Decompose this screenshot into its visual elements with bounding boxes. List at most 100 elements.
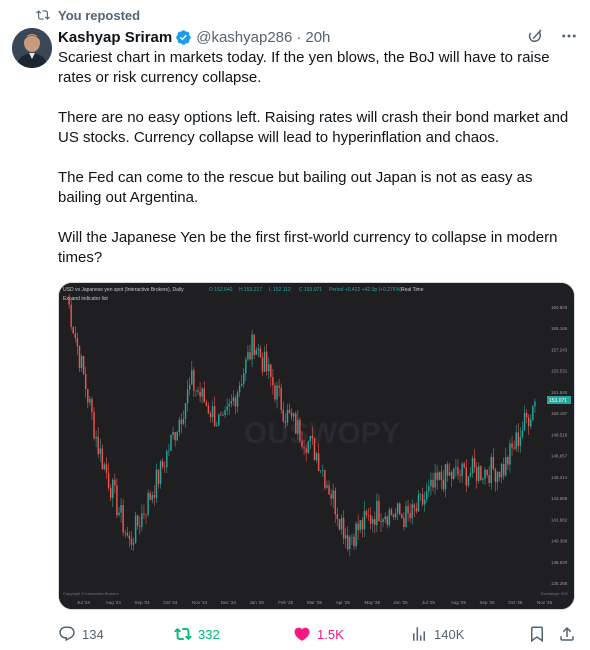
repost-banner-label: You reposted — [58, 7, 141, 23]
candle-body — [109, 487, 112, 498]
candle-body — [280, 387, 282, 410]
candle-body — [114, 479, 116, 486]
candle-body — [186, 389, 189, 404]
candle-body — [122, 505, 124, 533]
candle-body — [303, 447, 305, 449]
repost-icon — [174, 627, 192, 641]
candle-body — [211, 406, 214, 418]
candle-body — [240, 383, 243, 386]
bookmark-button[interactable] — [528, 625, 546, 643]
candle-body — [430, 480, 432, 487]
x-tick-label: Dec '24 — [221, 600, 237, 605]
reply-button[interactable]: 134 — [58, 625, 104, 643]
author-name[interactable]: Kashyap Sriram — [58, 29, 172, 46]
candle-body — [261, 357, 264, 372]
post-time[interactable]: 20h — [305, 29, 330, 46]
candle-body — [413, 504, 416, 509]
candle-body — [453, 468, 455, 480]
candle-body — [326, 485, 328, 488]
candle-body — [486, 469, 488, 476]
candle-body — [417, 494, 420, 512]
candle-body — [399, 503, 401, 515]
candle-body — [213, 406, 216, 427]
candle-body — [502, 463, 505, 476]
like-button[interactable]: 1.5K — [293, 625, 344, 643]
y-tick-label: 153.531 — [551, 369, 568, 374]
candle-body — [361, 520, 364, 530]
tweet-paragraph: The Fed can come to the rescue but baili… — [58, 169, 533, 206]
tweet-text: Scariest chart in markets today. If the … — [58, 48, 578, 288]
avatar[interactable] — [12, 28, 52, 68]
last-price-label: 153.071 — [549, 398, 567, 404]
candle-body — [236, 392, 239, 407]
separator-dot: · — [296, 28, 302, 46]
candle-body — [157, 469, 160, 484]
repost-button[interactable]: 332 — [174, 625, 220, 643]
candle-body — [191, 370, 193, 385]
candle-body — [290, 412, 293, 417]
candle-body — [444, 464, 447, 490]
heart-icon — [294, 627, 310, 641]
views-button[interactable]: 140K — [410, 625, 464, 643]
candle-body — [332, 490, 334, 499]
candle-body — [247, 352, 249, 360]
candle-body — [405, 506, 407, 527]
chart-copyright: Copyright © Interactive Brokers — [63, 591, 119, 596]
candle-body — [382, 519, 384, 522]
chart-image[interactable]: USD vs Japanese yen spot (Interactive Br… — [58, 282, 575, 610]
candle-body — [500, 463, 503, 478]
candle-body — [473, 458, 476, 468]
candle-body — [515, 432, 517, 449]
candle-body — [438, 471, 440, 480]
candle-body — [238, 385, 241, 393]
candle-body — [224, 410, 226, 416]
author-handle[interactable]: @kashyap286 — [196, 29, 292, 46]
grok-icon[interactable] — [526, 27, 544, 45]
reply-count: 134 — [82, 626, 104, 642]
view-count: 140K — [434, 626, 465, 642]
y-tick-label: 138.820 — [551, 560, 568, 565]
candle-body — [197, 390, 199, 392]
candle-body — [359, 520, 361, 531]
candle-body — [245, 359, 247, 374]
candle-body — [70, 304, 72, 327]
ohlc-high: H 153.217 — [239, 287, 262, 293]
candle-body — [307, 441, 309, 453]
candle-body — [461, 463, 463, 476]
x-tick-label: Jan '25 — [250, 600, 265, 605]
candle-body — [351, 536, 353, 538]
candle-body — [380, 521, 382, 522]
candle-body — [230, 400, 233, 404]
candle-body — [494, 468, 497, 482]
candle-body — [203, 388, 205, 403]
candle-body — [419, 494, 422, 495]
candle-body — [74, 333, 77, 338]
candle-body — [151, 495, 153, 500]
candle-body — [392, 514, 395, 517]
candle-body — [161, 461, 164, 467]
candle-body — [95, 436, 97, 439]
candle-body — [496, 471, 499, 482]
y-tick-label: 160.803 — [551, 305, 568, 310]
x-tick-label: Nov '25 — [537, 600, 553, 605]
candle-body — [145, 514, 147, 516]
tweet-paragraph: Will the Japanese Yen be the first first… — [58, 229, 558, 266]
candle-body — [384, 516, 386, 520]
candle-body — [344, 535, 347, 539]
share-button[interactable] — [558, 625, 576, 643]
candle-body — [255, 350, 257, 355]
candle-body — [432, 480, 434, 488]
candle-body — [457, 467, 459, 475]
candle-body — [317, 453, 320, 472]
more-icon[interactable] — [560, 27, 578, 45]
candle-body — [141, 513, 143, 527]
candle-body — [267, 364, 270, 372]
x-tick-label: Aug '24 — [106, 600, 122, 605]
candle-body — [107, 472, 110, 488]
candle-body — [313, 438, 316, 461]
candle-body — [426, 491, 428, 500]
candle-body — [105, 464, 108, 473]
candle-body — [265, 351, 268, 372]
candle-body — [401, 514, 403, 519]
candle-body — [378, 500, 380, 522]
